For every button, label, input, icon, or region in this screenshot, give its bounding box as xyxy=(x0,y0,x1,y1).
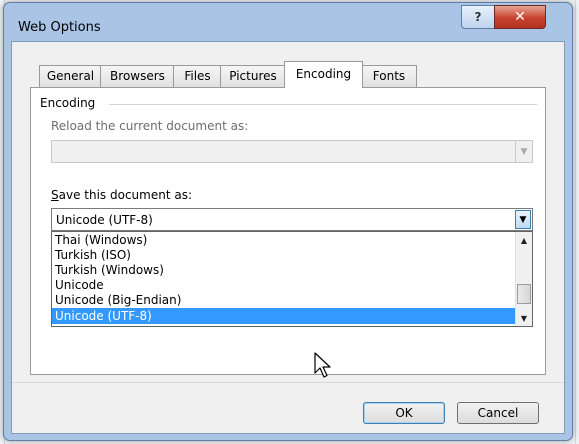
help-icon: ? xyxy=(474,10,482,24)
list-item[interactable]: Unicode (Big-Endian) xyxy=(52,292,515,308)
ok-button[interactable]: OK xyxy=(363,402,445,424)
dropdown-arrow-button[interactable]: ▼ xyxy=(515,210,531,229)
tab-files[interactable]: Files xyxy=(173,65,222,87)
tab-browsers[interactable]: Browsers xyxy=(100,65,175,87)
reload-encoding-select: ▼ xyxy=(51,140,533,163)
close-icon: ✕ xyxy=(514,9,526,25)
mouse-cursor-icon xyxy=(314,352,331,378)
save-label-text: ave this document as: xyxy=(58,188,192,202)
save-encoding-value: Unicode (UTF-8) xyxy=(56,213,153,227)
list-item-selected[interactable]: Unicode (UTF-8) xyxy=(52,308,515,324)
dialog-title: Web Options xyxy=(18,20,101,35)
list-item[interactable]: Turkish (ISO) xyxy=(52,247,515,263)
close-button[interactable]: ✕ xyxy=(494,5,546,29)
tab-fonts[interactable]: Fonts xyxy=(361,65,417,87)
help-button[interactable]: ? xyxy=(461,5,495,29)
encoding-tab-page: Encoding Reload the current document as:… xyxy=(30,87,546,378)
encoding-group-label: Encoding xyxy=(40,96,96,110)
save-label-mnemonic: S xyxy=(51,188,59,202)
web-options-dialog: Web Options ? ✕ General Browsers Files P… xyxy=(3,2,573,441)
list-item[interactable]: Unicode xyxy=(52,277,515,293)
save-encoding-select[interactable]: Unicode (UTF-8) ▼ xyxy=(51,208,533,231)
scroll-down-icon[interactable]: ▼ xyxy=(516,310,532,326)
chevron-down-icon: ▼ xyxy=(519,214,527,225)
group-divider xyxy=(109,104,537,105)
tab-pictures[interactable]: Pictures xyxy=(220,65,286,87)
save-as-label: Save this document as: xyxy=(51,188,192,202)
tab-encoding[interactable]: Encoding xyxy=(284,61,363,88)
list-item[interactable]: Turkish (Windows) xyxy=(52,262,515,278)
tab-general[interactable]: General xyxy=(39,65,102,87)
list-item[interactable]: Thai (Windows) xyxy=(52,232,515,248)
scroll-thumb[interactable] xyxy=(517,284,531,304)
reload-label: Reload the current document as: xyxy=(51,119,249,133)
dialog-client-area: General Browsers Files Pictures Encoding… xyxy=(11,41,565,434)
list-scrollbar[interactable]: ▲ ▼ xyxy=(515,232,532,326)
button-row-divider xyxy=(12,382,564,383)
background-edge-right xyxy=(575,0,576,444)
encoding-dropdown-list[interactable]: Thai (Windows) Turkish (ISO) Turkish (Wi… xyxy=(51,231,533,327)
cancel-button[interactable]: Cancel xyxy=(457,402,539,424)
chevron-down-icon: ▼ xyxy=(515,141,532,162)
title-bar[interactable]: Web Options ? ✕ xyxy=(4,3,572,41)
scroll-up-icon[interactable]: ▲ xyxy=(516,232,532,248)
